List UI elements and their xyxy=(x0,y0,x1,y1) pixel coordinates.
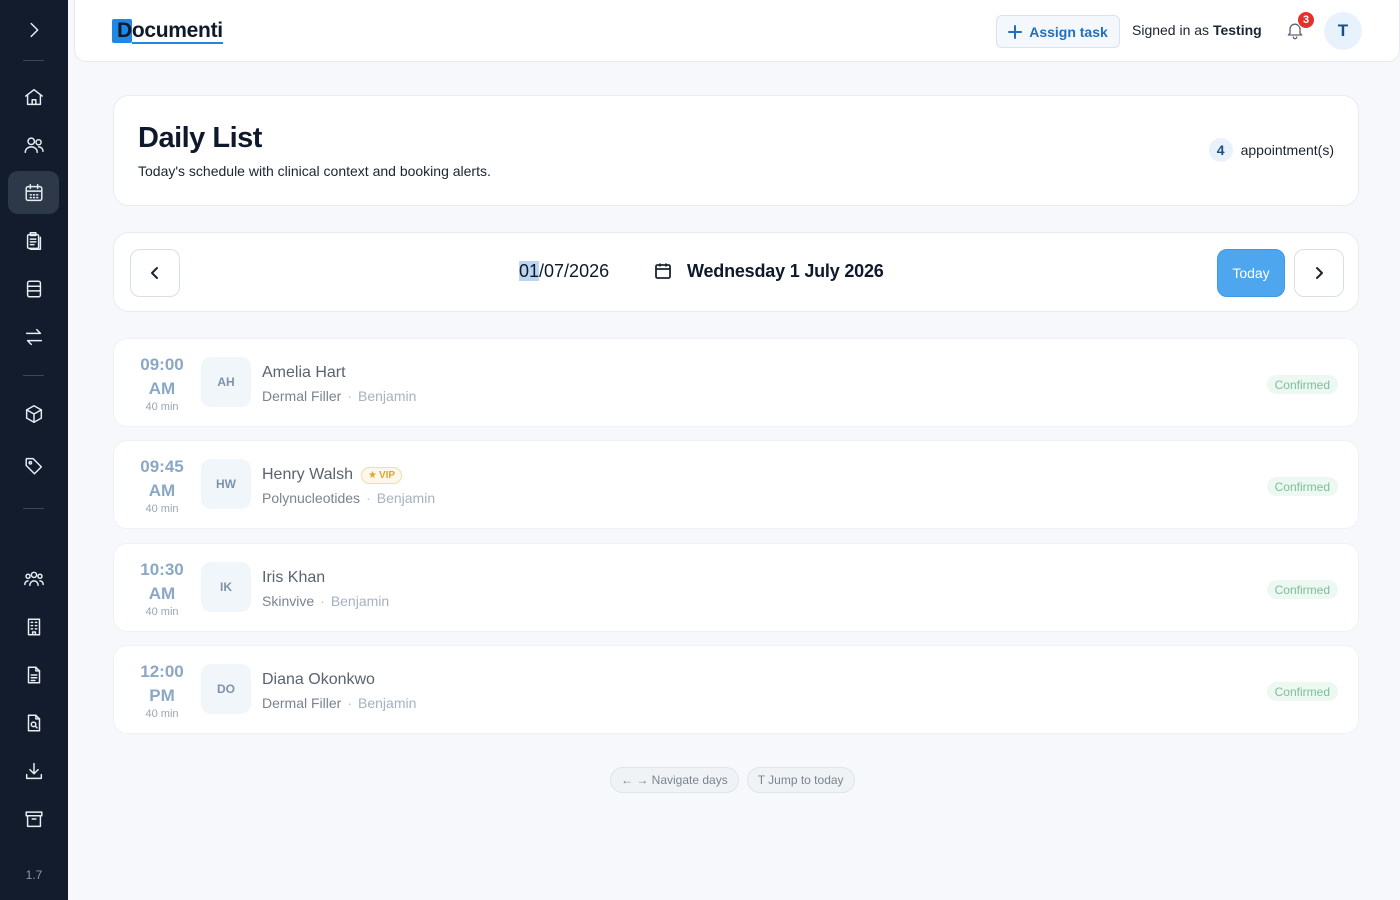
appointment-time: 09:00 AM xyxy=(140,355,184,398)
notification-count-badge: 3 xyxy=(1297,11,1315,29)
users-icon xyxy=(24,136,44,153)
appointment-row[interactable]: 09:00 AM 40 min AH Amelia Hart Dermal Fil… xyxy=(113,338,1359,427)
sidebar-item-daily-list[interactable] xyxy=(8,171,59,214)
signed-in-prefix: Signed in as xyxy=(1132,22,1210,38)
chevron-right-icon xyxy=(30,22,38,37)
hint-jump-today: T Jump to today xyxy=(746,767,855,793)
status-badge: Confirmed xyxy=(1266,580,1338,599)
appointment-time: 12:00 PM xyxy=(140,662,184,705)
patient-initials: IK xyxy=(201,562,251,612)
appointment-detail: Dermal Filler · Benjamin xyxy=(262,695,417,711)
patient-name: Iris Khan xyxy=(262,569,326,586)
patient-initials: HW xyxy=(201,459,251,509)
sidebar-item-pricing[interactable] xyxy=(8,444,59,487)
sidebar-item-documents[interactable] xyxy=(8,653,59,696)
sidebar-divider xyxy=(23,60,44,61)
appointment-row[interactable]: 12:00 PM 40 min DO Diana Okonkwo Dermal F… xyxy=(113,645,1359,734)
sidebar-item-downloads[interactable] xyxy=(8,749,59,792)
archive-icon xyxy=(24,810,43,827)
document-icon xyxy=(27,665,40,684)
status-badge: Confirmed xyxy=(1266,682,1338,701)
patient-name: Henry Walsh ★ VIP xyxy=(262,466,403,484)
chevron-left-icon xyxy=(151,267,158,279)
date-navigation: 01/07/2026 Wednesday 1 July 2026 Today xyxy=(113,232,1359,312)
logo-underline xyxy=(132,42,223,44)
keyboard-hints: ← → Navigate days T Jump to today xyxy=(610,767,855,793)
logo-text: Documenti xyxy=(117,19,223,42)
user-avatar[interactable]: T xyxy=(1324,12,1362,50)
appointment-row[interactable]: 10:30 AM 40 min IK Iris Khan Skinvive · Ben… xyxy=(113,543,1359,632)
appointment-detail: Dermal Filler · Benjamin xyxy=(262,388,417,404)
status-badge: Confirmed xyxy=(1266,375,1338,394)
page-header-card: Daily List Today's schedule with clinica… xyxy=(113,95,1359,206)
signed-in-status: Signed in as Testing xyxy=(1132,22,1262,38)
appointment-detail: Skinvive · Benjamin xyxy=(262,593,390,609)
assign-task-button[interactable]: Assign task xyxy=(996,15,1120,48)
appointment-row[interactable]: 09:45 AM 40 min HW Henry Walsh ★ VIP Polyn… xyxy=(113,440,1359,529)
selected-date-long: Wednesday 1 July 2026 xyxy=(687,261,884,281)
sidebar-item-clinics[interactable] xyxy=(8,605,59,648)
home-icon xyxy=(24,88,43,105)
building-icon xyxy=(27,617,40,636)
sidebar-item-records[interactable] xyxy=(8,267,59,310)
sidebar-item-team[interactable] xyxy=(8,557,59,600)
date-input[interactable]: 01/07/2026 xyxy=(519,261,609,282)
transfer-icon xyxy=(25,328,42,345)
date-picker-button[interactable] xyxy=(654,262,672,280)
app-version: 1.7 xyxy=(25,868,43,882)
today-button[interactable]: Today xyxy=(1217,249,1285,297)
sidebar-item-home[interactable] xyxy=(8,75,59,118)
sidebar-item-forms[interactable] xyxy=(8,219,59,262)
team-icon xyxy=(23,571,44,586)
appointment-duration: 40 min xyxy=(145,503,179,515)
sidebar-expand-button[interactable] xyxy=(8,8,59,51)
patient-initials: AH xyxy=(201,357,251,407)
appointment-count-badge: 4 xyxy=(1208,138,1233,162)
plus-icon xyxy=(1008,24,1023,39)
document-search-icon xyxy=(27,713,40,732)
download-icon xyxy=(25,762,42,779)
date-input-rest: /07/2026 xyxy=(539,261,610,281)
appointment-duration: 40 min xyxy=(145,401,179,413)
calendar-icon xyxy=(24,183,43,201)
appointment-duration: 40 min xyxy=(145,606,179,618)
panel-icon xyxy=(26,279,41,298)
patient-name: Amelia Hart xyxy=(262,364,346,381)
sidebar-divider xyxy=(23,375,44,376)
app-logo[interactable]: Documenti xyxy=(112,18,223,44)
vip-badge: ★ VIP xyxy=(360,466,403,484)
assign-task-label: Assign task xyxy=(1029,23,1108,40)
sidebar-item-products[interactable] xyxy=(8,392,59,435)
star-icon: ★ xyxy=(367,469,377,481)
appointment-count: 4 appointment(s) xyxy=(1208,138,1334,162)
appointment-time: 10:30 AM xyxy=(140,560,184,603)
tag-icon xyxy=(24,457,42,475)
date-input-day: 01 xyxy=(519,261,540,281)
hint-navigate-days: ← → Navigate days xyxy=(610,767,739,793)
next-day-button[interactable] xyxy=(1294,249,1344,297)
appointment-duration: 40 min xyxy=(145,708,179,720)
page-title: Daily List xyxy=(138,122,262,154)
calendar-icon xyxy=(655,263,671,279)
sidebar-item-patients[interactable] xyxy=(8,123,59,166)
appointment-time: 09:45 AM xyxy=(140,457,184,500)
sidebar-item-archive[interactable] xyxy=(8,797,59,840)
sidebar-item-search-documents[interactable] xyxy=(8,701,59,744)
appointment-count-label: appointment(s) xyxy=(1240,142,1334,158)
page-subtitle: Today's schedule with clinical context a… xyxy=(138,163,491,179)
cube-icon xyxy=(25,404,42,423)
signed-in-user: Testing xyxy=(1212,22,1262,38)
previous-day-button[interactable] xyxy=(130,249,180,297)
appointment-detail: Polynucleotides · Benjamin xyxy=(262,490,436,506)
sidebar-divider xyxy=(23,508,44,509)
sidebar: 1.7 xyxy=(0,0,68,900)
sidebar-item-transfers[interactable] xyxy=(8,315,59,358)
chevron-right-icon xyxy=(1316,267,1323,279)
clipboard-icon xyxy=(26,231,41,250)
patient-initials: DO xyxy=(201,664,251,714)
status-badge: Confirmed xyxy=(1266,477,1338,496)
top-header: Documenti Assign task Signed in as Testi… xyxy=(74,0,1400,62)
patient-name: Diana Okonkwo xyxy=(262,671,375,688)
